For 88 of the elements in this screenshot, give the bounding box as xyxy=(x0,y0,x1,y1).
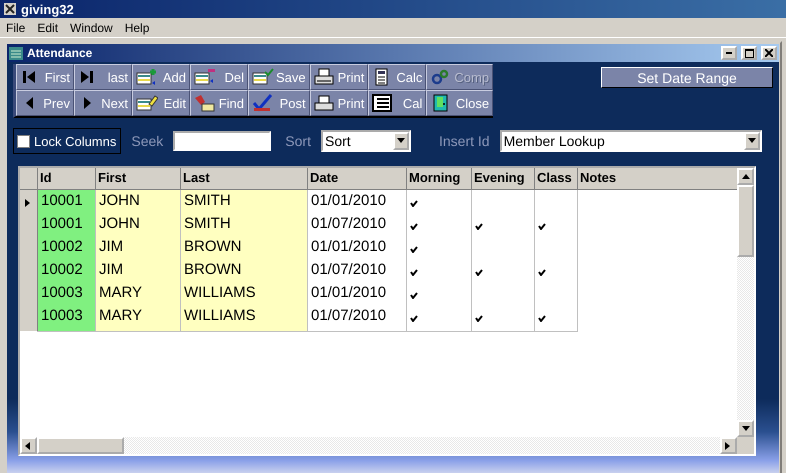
dropdown-arrow-icon xyxy=(396,137,406,145)
calendar-icon xyxy=(372,94,394,112)
edit-record-icon xyxy=(136,94,158,112)
toolbar-button[interactable]: Prev xyxy=(16,90,74,116)
printer-icon xyxy=(314,68,336,86)
checkmark-icon xyxy=(410,292,418,299)
delete-record-icon xyxy=(194,68,216,86)
next-record-icon xyxy=(84,97,91,109)
column-header[interactable]: Id xyxy=(38,168,96,190)
window-title: Attendance xyxy=(27,46,94,60)
checkmark-icon xyxy=(410,200,418,207)
checkmark-icon xyxy=(475,269,483,276)
close-icon xyxy=(765,49,773,57)
toolbar-button[interactable]: Save xyxy=(248,64,310,90)
table-cell: 01/07/2010 xyxy=(308,305,407,332)
checkbox[interactable] xyxy=(17,134,30,148)
checkbox-cell[interactable] xyxy=(535,305,578,332)
scroll-up-button[interactable] xyxy=(737,168,754,185)
checkmark-icon xyxy=(252,94,274,112)
toolbar-button[interactable]: Post xyxy=(248,90,310,116)
app-title: giving32 xyxy=(21,2,74,16)
sort-dropdown[interactable]: Sort xyxy=(320,130,411,152)
app-icon xyxy=(3,2,17,16)
column-header[interactable]: Class xyxy=(535,168,578,190)
checkmark-icon xyxy=(410,269,418,276)
toolbar-button[interactable]: Calc xyxy=(368,64,426,90)
form-icon xyxy=(9,46,23,60)
column-header[interactable]: Morning xyxy=(407,168,472,190)
menu-item[interactable]: Edit xyxy=(33,20,62,34)
scroll-right-button[interactable] xyxy=(720,437,737,454)
checkmark-icon xyxy=(538,315,546,322)
dropdown-arrow-icon xyxy=(746,137,757,145)
toolbar-button[interactable]: Del xyxy=(190,64,248,90)
scrollbar-thumb[interactable] xyxy=(737,185,754,257)
insert-id-dropdown[interactable]: Member Lookup xyxy=(500,130,762,152)
toolbar-button[interactable]: Print xyxy=(310,64,368,90)
previous-record-icon xyxy=(26,97,33,109)
flashlight-icon xyxy=(194,94,216,112)
maximize-button[interactable] xyxy=(741,46,757,60)
toolbar-button[interactable]: Next xyxy=(74,90,132,116)
toolbar-button[interactable]: Cal xyxy=(368,90,426,116)
checkbox-cell[interactable] xyxy=(472,305,535,332)
column-header[interactable]: Date xyxy=(308,168,407,190)
menu-item[interactable]: File xyxy=(2,20,30,34)
checkmark-icon xyxy=(410,223,418,230)
checkmark-icon xyxy=(538,269,546,276)
column-header[interactable]: Evening xyxy=(472,168,535,190)
toolbar-button[interactable]: First xyxy=(16,64,74,90)
add-record-icon xyxy=(136,68,158,86)
minimize-icon xyxy=(726,52,732,54)
scroll-left-button[interactable] xyxy=(20,437,37,454)
checkmark-icon xyxy=(475,315,483,322)
seek-field[interactable] xyxy=(173,131,272,151)
column-header[interactable]: Last xyxy=(181,168,308,190)
up-arrow-icon xyxy=(740,172,750,180)
scroll-down-button[interactable] xyxy=(737,420,754,437)
table-cell: WILLIAMS xyxy=(181,305,308,332)
toolbar-button[interactable]: Print xyxy=(310,90,368,116)
printer-icon xyxy=(314,94,336,112)
menu-item[interactable]: Help xyxy=(120,20,154,34)
column-header[interactable]: Notes xyxy=(578,168,737,190)
save-record-icon xyxy=(252,68,274,86)
checkmark-icon xyxy=(475,223,483,230)
toolbar-button[interactable]: Edit xyxy=(132,90,190,116)
minimize-button[interactable] xyxy=(721,46,737,60)
toolbar-button[interactable]: last xyxy=(74,64,132,90)
seek-label: Seek xyxy=(131,133,164,149)
maximize-icon xyxy=(744,48,754,58)
checkbox-cell[interactable] xyxy=(407,305,472,332)
date-range-button[interactable]: Set Date Range xyxy=(601,67,773,88)
column-header[interactable]: First xyxy=(96,168,181,190)
checkmark-icon xyxy=(410,246,418,253)
table-cell: MARY xyxy=(96,305,181,332)
column-header xyxy=(20,168,38,190)
toolbar-button[interactable]: Add xyxy=(132,64,190,90)
checkmark-icon xyxy=(410,315,418,322)
sort-label: Sort xyxy=(285,133,311,149)
lock-columns-checkbox[interactable]: Lock Columns xyxy=(13,128,122,154)
insert-id-label: Insert Id xyxy=(438,133,490,149)
scrollbar-corner xyxy=(737,437,754,454)
down-arrow-icon xyxy=(740,424,750,432)
table-cell: 10003 xyxy=(38,305,96,332)
toolbar-button[interactable]: Close xyxy=(426,90,494,116)
scrollbar-thumb[interactable] xyxy=(37,437,124,454)
checkmark-icon xyxy=(538,223,546,230)
toolbar-button[interactable]: Find xyxy=(190,90,248,116)
close-button[interactable] xyxy=(761,46,777,60)
menu-item[interactable]: Window xyxy=(66,20,117,34)
